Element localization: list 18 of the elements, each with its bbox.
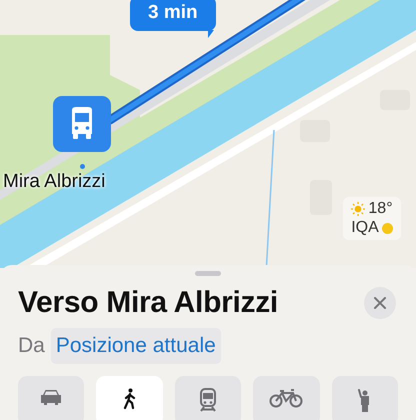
bicycle-icon: [269, 388, 304, 408]
origin-button[interactable]: Posizione attuale: [50, 328, 221, 364]
from-label: Da: [18, 334, 45, 358]
sheet-title: Verso Mira Albrizzi: [18, 286, 278, 320]
temperature: 18°: [368, 200, 393, 218]
close-icon: [374, 297, 386, 309]
car-icon: [39, 388, 64, 406]
train-icon: [199, 388, 218, 412]
bus-stop-pin[interactable]: [53, 96, 111, 152]
air-quality-label: IQA: [351, 219, 379, 237]
travel-time-callout: 3 min: [130, 0, 216, 31]
walking-person-icon: [122, 388, 138, 410]
sun-icon: [351, 202, 366, 216]
stop-label: Mira Albrizzi: [3, 171, 106, 193]
stop-location-dot: [80, 164, 85, 169]
travel-mode-tab[interactable]: [96, 376, 163, 420]
person-waving-icon: [358, 388, 372, 412]
close-button[interactable]: [364, 287, 396, 319]
